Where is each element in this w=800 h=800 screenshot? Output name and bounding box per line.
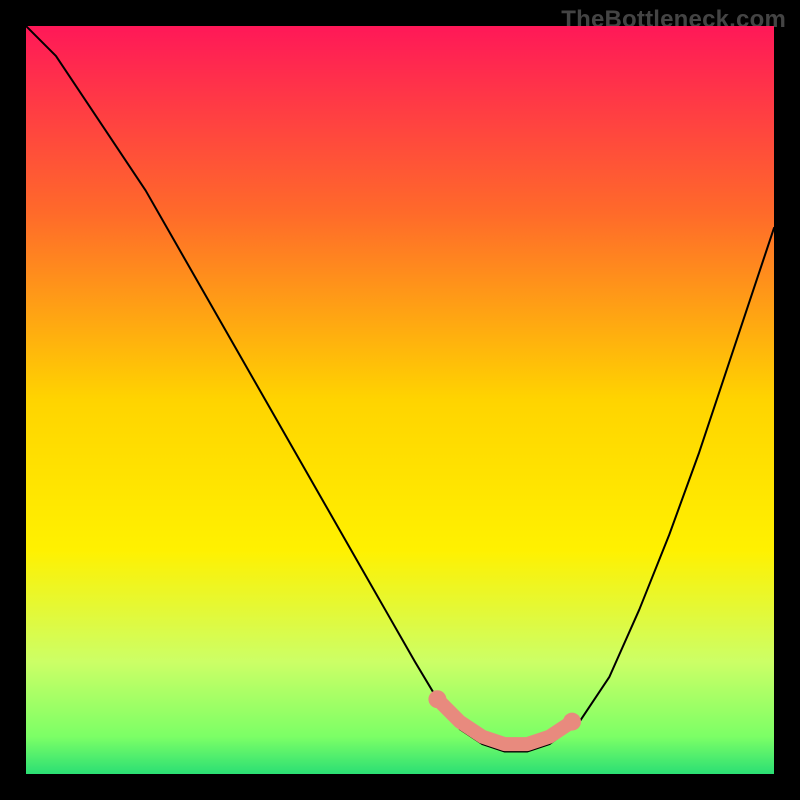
chart-svg [26, 26, 774, 774]
gradient-background [26, 26, 774, 774]
plot-area [26, 26, 774, 774]
chart-frame: TheBottleneck.com [0, 0, 800, 800]
optimal-zone-end-dot [563, 713, 581, 731]
optimal-zone-start-dot [428, 690, 446, 708]
